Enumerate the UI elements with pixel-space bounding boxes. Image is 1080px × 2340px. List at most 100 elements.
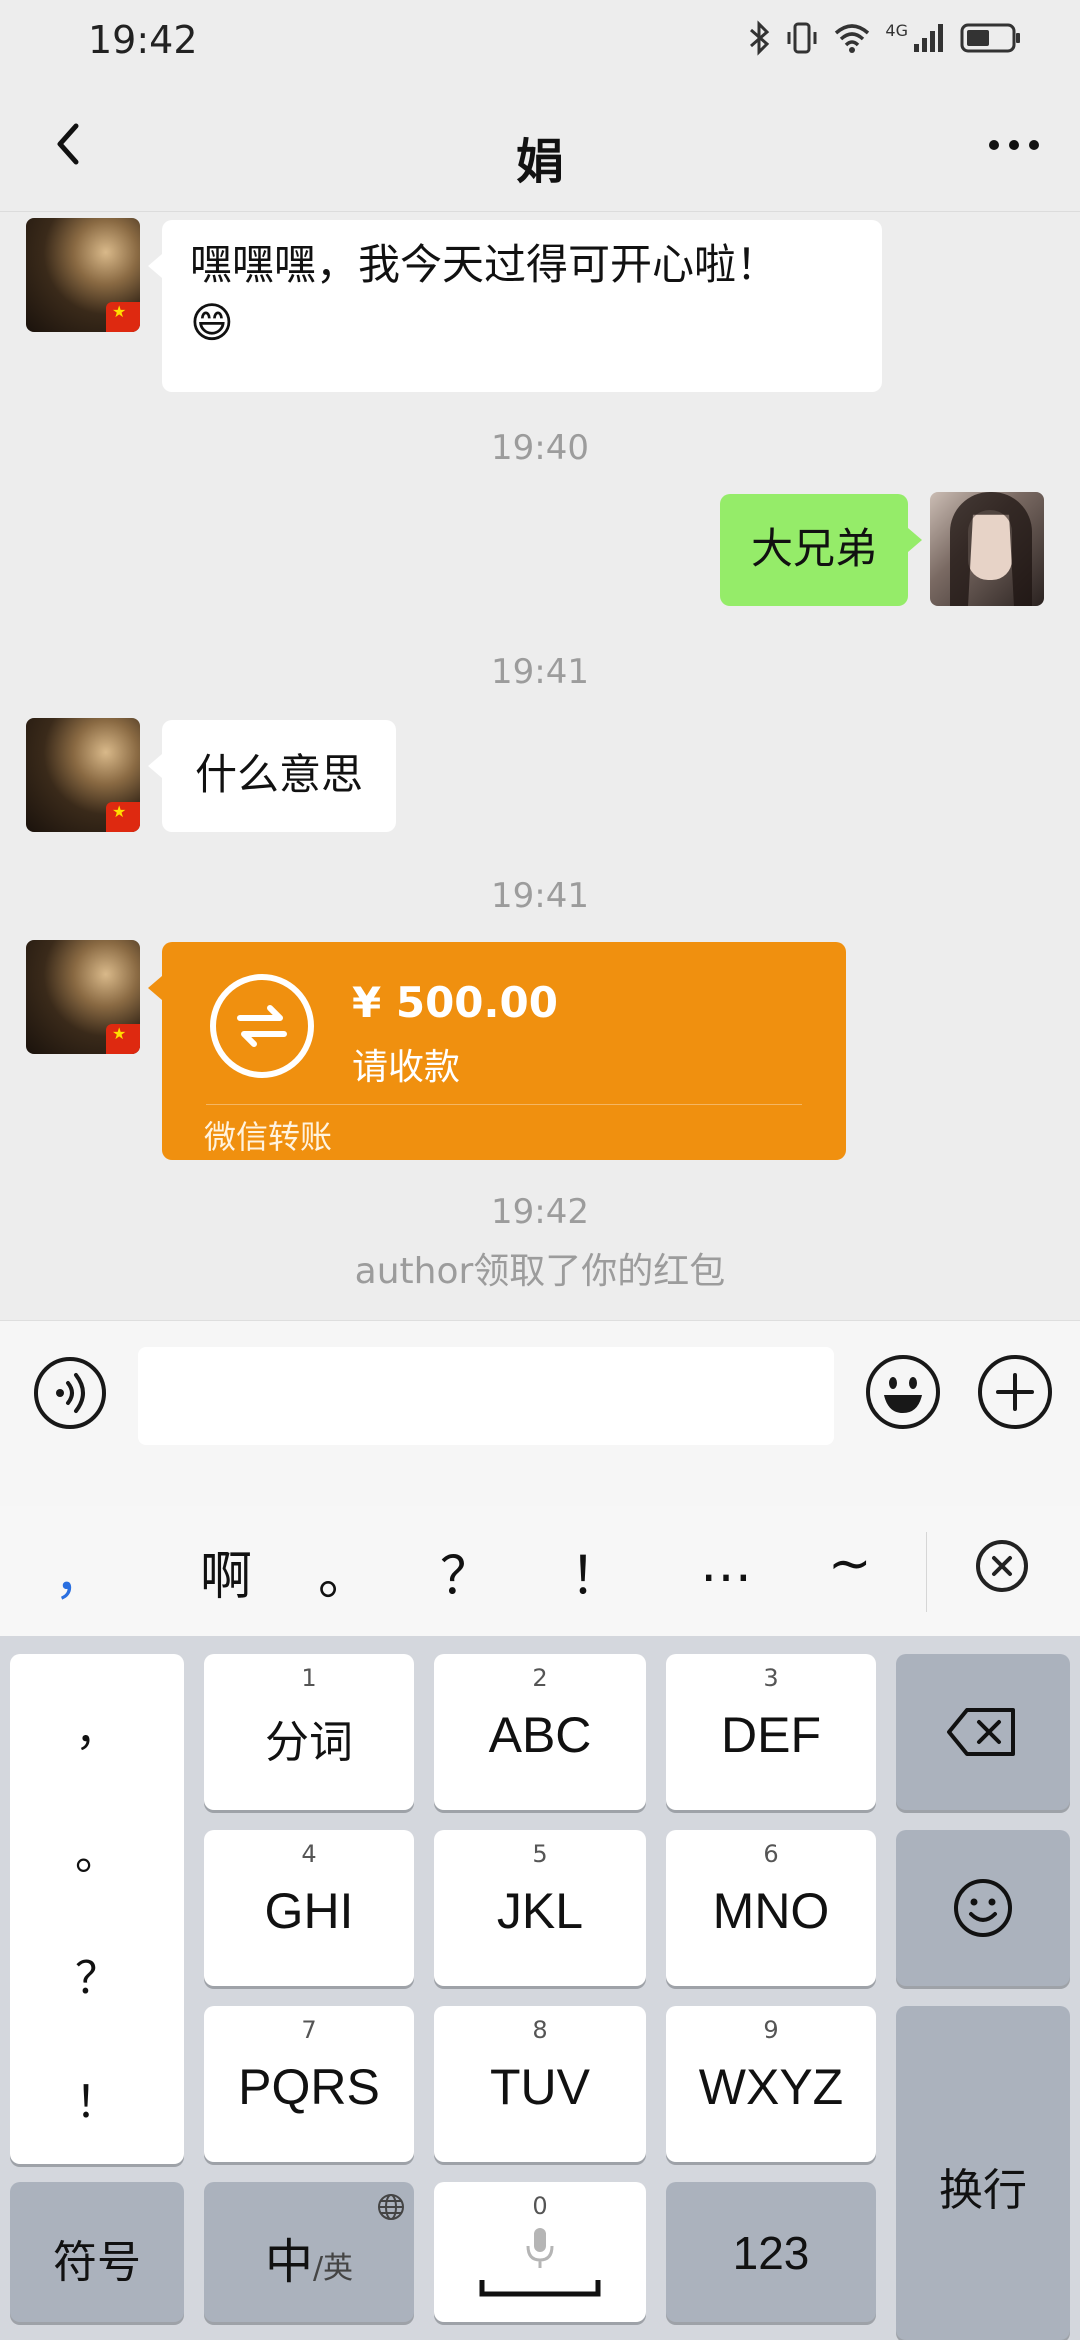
contact-avatar[interactable] (26, 940, 140, 1054)
candidate-item[interactable]: … (700, 1534, 752, 1594)
key-2[interactable]: 2 ABC (434, 1654, 646, 1810)
message-bubble-sent[interactable]: 大兄弟 (720, 494, 922, 606)
numbers-key[interactable]: 123 (666, 2182, 876, 2322)
candidate-item[interactable]: ？ (440, 1534, 492, 1609)
punctuation-key[interactable]: ！ (10, 2066, 184, 2130)
candidate-item[interactable]: ！ (570, 1534, 622, 1609)
transfer-status: 请收款 (352, 1047, 461, 1088)
keyboard-candidate-bar: ， 啊 。 ？ ！ … ~ (0, 1506, 1080, 1636)
message-bubble-received[interactable]: 什么意思 (148, 720, 396, 832)
key-number: 3 (763, 1664, 779, 1692)
language-switch-key[interactable]: 中/英 (204, 2182, 414, 2322)
battery-icon (960, 23, 1020, 53)
candidate-item[interactable]: ~ (828, 1534, 872, 1594)
key-label: TUV (490, 2059, 590, 2115)
key-5[interactable]: 5 JKL (434, 1830, 646, 1986)
message-input-bar (0, 1320, 1080, 1506)
message-input[interactable] (138, 1347, 834, 1445)
t9-keyboard: ， 。 ？ ！ 1 分词 2 ABC 3 DEF 4 GHI 5 JKL 6 M… (0, 1636, 1080, 2340)
key-6[interactable]: 6 MNO (666, 1830, 876, 1986)
message-text: 什么意思 (194, 750, 363, 799)
system-notice: author领取了你的红包 (354, 1251, 726, 1292)
smiley-icon (884, 1377, 922, 1413)
key-1[interactable]: 1 分词 (204, 1654, 414, 1810)
more-dots-icon (989, 140, 1039, 150)
transfer-label: 微信转账 (204, 1118, 333, 1156)
grinning-emoji-icon: 😄 (190, 298, 234, 347)
message-bubble-received[interactable]: 嘿嘿嘿，我今天过得可开心啦！ 😄 (148, 220, 882, 392)
contact-avatar[interactable] (26, 718, 140, 832)
emoji-key[interactable] (896, 1830, 1070, 1986)
message-timestamp: 19:41 (491, 876, 589, 916)
lang-sub: /英 (312, 2251, 354, 2286)
my-avatar[interactable] (930, 492, 1044, 606)
emoji-button[interactable] (866, 1355, 940, 1429)
key-number: 1 (301, 1664, 317, 1692)
key-label: 分词 (265, 1717, 353, 1768)
key-label: JKL (496, 1883, 584, 1939)
punctuation-key[interactable]: ？ (10, 1942, 184, 2006)
close-candidates-button[interactable] (976, 1540, 1028, 1592)
key-label: PQRS (238, 2059, 380, 2115)
enter-key[interactable]: 换行 (896, 2006, 1070, 2340)
divider (206, 1104, 802, 1105)
voice-wave-icon (56, 1373, 85, 1413)
chat-message-list[interactable]: 嘿嘿嘿，我今天过得可开心啦！ 😄 19:40 大兄弟 19:41 什么意思 19… (0, 212, 1080, 1320)
more-button[interactable] (984, 120, 1044, 170)
punctuation-key[interactable]: 。 (10, 1818, 184, 1882)
key-4[interactable]: 4 GHI (204, 1830, 414, 1986)
numbers-key-label: 123 (732, 2227, 810, 2279)
backspace-key[interactable] (896, 1654, 1070, 1810)
key-number: 2 (532, 1664, 548, 1692)
key-label: DEF (721, 1707, 821, 1763)
smiley-icon (954, 1879, 1012, 1937)
key-number: 9 (763, 2016, 779, 2044)
key-8[interactable]: 8 TUV (434, 2006, 646, 2162)
signal-icon (914, 24, 943, 52)
chat-header: 娟 (0, 84, 1080, 212)
backspace-icon (947, 1708, 1015, 1756)
message-text: 嘿嘿嘿，我今天过得可开心啦！ (190, 240, 779, 289)
language-label: 中/英 (204, 2222, 414, 2292)
key-number: 8 (532, 2016, 548, 2044)
voice-input-button[interactable] (34, 1357, 106, 1429)
more-functions-button[interactable] (978, 1355, 1052, 1429)
punctuation-key[interactable]: ， (10, 1694, 184, 1758)
wechat-transfer-card[interactable]: ¥ 500.00 请收款 微信转账 (148, 942, 846, 1160)
key-7[interactable]: 7 PQRS (204, 2006, 414, 2162)
symbols-key-label: 符号 (53, 2237, 141, 2288)
status-time: 19:42 (88, 18, 198, 62)
symbols-key[interactable]: 符号 (10, 2182, 184, 2322)
message-text: 大兄弟 (750, 524, 877, 573)
lang-main: 中 (264, 2234, 313, 2290)
transfer-arrows-icon (210, 974, 314, 1078)
candidate-item[interactable]: 啊 (200, 1534, 252, 1609)
key-number: 6 (763, 1840, 779, 1868)
divider (926, 1532, 927, 1612)
message-timestamp: 19:41 (491, 652, 589, 692)
punctuation-column[interactable]: ， 。 ？ ！ (10, 1654, 184, 2164)
plus-icon (996, 1373, 1034, 1411)
wifi-icon (835, 24, 870, 53)
network-type-label: 4G (885, 20, 908, 40)
space-key[interactable]: 0 (434, 2182, 646, 2322)
chat-title: 娟 (515, 134, 564, 190)
key-label: ABC (488, 1707, 592, 1763)
key-number: 7 (301, 2016, 317, 2044)
key-label: WXYZ (698, 2059, 844, 2115)
globe-icon (378, 2194, 404, 2220)
key-label: MNO (712, 1883, 830, 1939)
china-flag-icon (106, 302, 140, 332)
key-9[interactable]: 9 WXYZ (666, 2006, 876, 2162)
key-number: 0 (532, 2192, 548, 2220)
china-flag-icon (106, 802, 140, 832)
key-3[interactable]: 3 DEF (666, 1654, 876, 1810)
space-bar-icon (479, 2280, 601, 2297)
enter-key-label: 换行 (939, 2165, 1027, 2216)
contact-avatar[interactable] (26, 218, 140, 332)
bluetooth-icon (750, 20, 770, 56)
candidate-item[interactable]: 。 (318, 1534, 370, 1609)
key-label: GHI (264, 1883, 354, 1939)
close-icon (992, 1556, 1012, 1576)
candidate-item[interactable]: ， (54, 1534, 106, 1609)
